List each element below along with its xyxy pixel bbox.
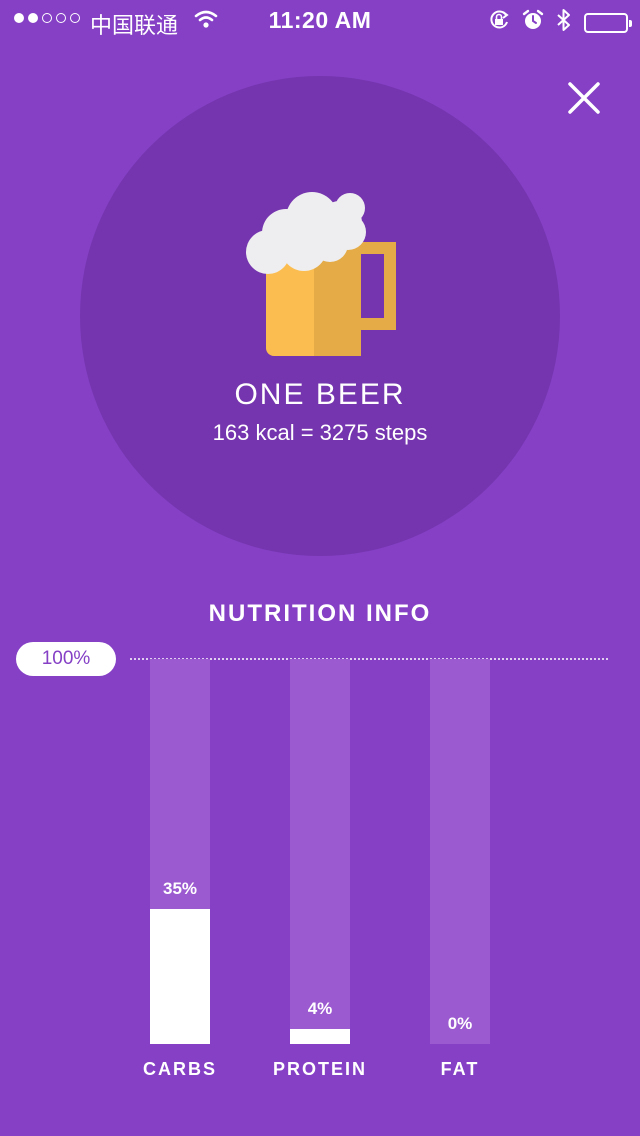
close-icon bbox=[568, 82, 600, 114]
item-title: ONE BEER bbox=[234, 378, 406, 411]
bar-label-protein: PROTEIN bbox=[272, 1059, 367, 1079]
bar-carbs: 35% bbox=[150, 659, 210, 1044]
bar-track bbox=[430, 659, 490, 1044]
alarm-icon bbox=[522, 9, 544, 36]
nutrition-title: NUTRITION INFO bbox=[208, 600, 432, 627]
bar-fat: 0% bbox=[430, 659, 490, 1044]
bar-fill bbox=[290, 1029, 350, 1044]
bar-label-fat: FAT bbox=[440, 1059, 480, 1079]
rotation-lock-icon bbox=[488, 9, 510, 36]
bar-protein: 4% bbox=[290, 659, 350, 1044]
bar-label-carbs: CARBS bbox=[142, 1059, 217, 1079]
close-button[interactable] bbox=[562, 76, 606, 120]
beer-mug-icon bbox=[240, 188, 400, 365]
bluetooth-icon bbox=[556, 8, 572, 37]
bar-fill bbox=[150, 909, 210, 1044]
item-subtitle: 163 kcal = 3275 steps bbox=[212, 420, 428, 445]
battery-icon bbox=[584, 12, 632, 33]
bar-value: 35% bbox=[162, 879, 198, 898]
status-bar: 中国联通 11:20 AM bbox=[0, 0, 640, 40]
bar-track bbox=[290, 659, 350, 1044]
bar-value: 0% bbox=[447, 1014, 473, 1033]
max-percent-badge: 100% bbox=[16, 642, 116, 676]
bar-value: 4% bbox=[307, 999, 333, 1018]
